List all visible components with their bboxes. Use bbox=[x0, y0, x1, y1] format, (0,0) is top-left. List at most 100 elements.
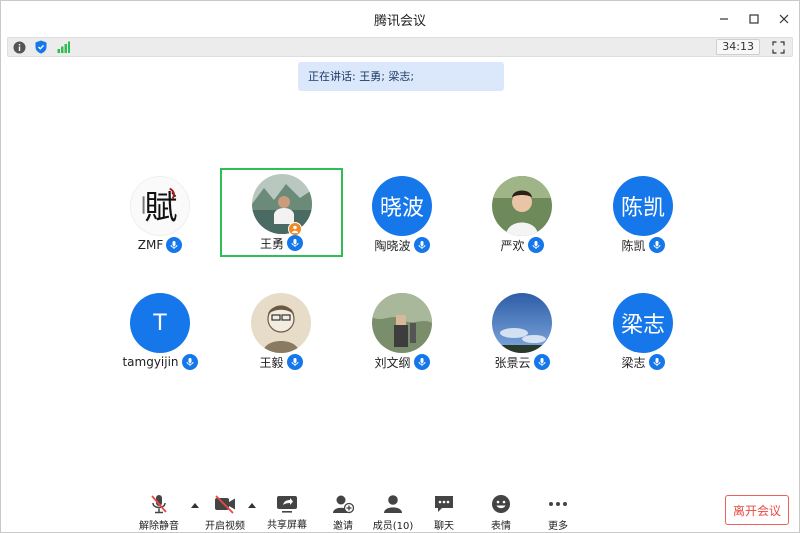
meeting-info-button[interactable] bbox=[12, 40, 26, 54]
maximize-icon bbox=[749, 14, 759, 24]
participant-name-row: 陶晓波 bbox=[342, 236, 462, 254]
participant-tile[interactable]: T tamgyijin bbox=[100, 287, 220, 377]
window-title: 腾讯会议 bbox=[373, 13, 426, 29]
chevron-up-icon bbox=[248, 503, 256, 508]
mic-muted-icon bbox=[151, 495, 167, 514]
mic-status bbox=[413, 237, 430, 253]
start-video-button[interactable]: 开启视频 bbox=[195, 493, 255, 532]
photo-avatar-image bbox=[372, 293, 432, 353]
participant-name: tamgyijin bbox=[122, 355, 179, 369]
avatar: 晓波 bbox=[372, 176, 432, 236]
participant-name-row: 王勇 bbox=[222, 234, 341, 252]
minimize-button[interactable] bbox=[709, 1, 739, 37]
participant-tile[interactable]: 张景云 bbox=[462, 287, 582, 377]
mic-status bbox=[533, 354, 550, 370]
more-button[interactable]: 更多 bbox=[528, 493, 588, 532]
mic-icon bbox=[538, 358, 545, 366]
avatar bbox=[492, 293, 552, 353]
participant-name-row: 刘文纲 bbox=[342, 353, 462, 371]
photo-avatar-image bbox=[492, 293, 552, 353]
reactions-button[interactable]: 表情 bbox=[471, 493, 531, 532]
info-icon bbox=[13, 41, 25, 53]
participant-name-row: 王毅 bbox=[221, 353, 341, 371]
participant-name: 王勇 bbox=[259, 236, 284, 251]
participant-name: 王毅 bbox=[259, 355, 284, 370]
participant-name-row: ZMF bbox=[100, 236, 220, 254]
participant-tile[interactable]: 王毅 bbox=[221, 287, 341, 377]
avatar bbox=[251, 293, 311, 353]
participant-tile[interactable]: 陈凯 陈凯 bbox=[583, 170, 703, 260]
fullscreen-icon bbox=[771, 40, 785, 54]
meeting-window: 腾讯会议 34:13 正在讲话: 王勇; 梁志; 賦 ZMF 王勇 晓波 陶晓波… bbox=[0, 0, 800, 533]
avatar bbox=[251, 174, 312, 234]
participant-tile-active[interactable]: 王勇 bbox=[220, 168, 343, 257]
network-status-button[interactable] bbox=[56, 40, 70, 54]
calligraphy-avatar-image: 賦 bbox=[131, 177, 189, 235]
meeting-timer: 34:13 bbox=[716, 39, 760, 55]
close-button[interactable] bbox=[769, 1, 799, 37]
title-bar: 腾讯会议 bbox=[1, 1, 799, 37]
mic-icon bbox=[418, 358, 425, 366]
participant-name: ZMF bbox=[137, 238, 164, 252]
unmute-button[interactable]: 解除静音 bbox=[129, 493, 189, 532]
mic-icon bbox=[653, 241, 660, 249]
photo-avatar-image bbox=[492, 176, 552, 236]
more-icon bbox=[549, 502, 567, 506]
close-icon bbox=[779, 14, 789, 24]
mic-icon bbox=[170, 241, 178, 249]
minimize-icon bbox=[720, 18, 728, 20]
fullscreen-button[interactable] bbox=[770, 40, 786, 54]
chat-label: 聊天 bbox=[434, 521, 454, 532]
photo-avatar-image bbox=[251, 174, 312, 234]
leave-meeting-button[interactable]: 离开会议 bbox=[725, 495, 789, 525]
avatar: 梁志 bbox=[613, 293, 673, 353]
share-screen-label: 共享屏幕 bbox=[267, 520, 307, 531]
invite-label: 邀请 bbox=[333, 521, 353, 532]
mic-icon bbox=[532, 241, 539, 249]
svg-text:賦: 賦 bbox=[145, 188, 178, 227]
emoji-icon bbox=[492, 495, 510, 513]
participant-tile[interactable]: 晓波 陶晓波 bbox=[342, 170, 462, 260]
participant-name: 严欢 bbox=[500, 238, 525, 253]
participant-name-row: 陈凯 bbox=[583, 236, 703, 254]
members-label: 成员(10) bbox=[372, 521, 414, 532]
participant-name-row: tamgyijin bbox=[100, 353, 220, 371]
participant-tile[interactable]: 賦 ZMF bbox=[100, 170, 220, 260]
avatar bbox=[372, 293, 432, 353]
avatar: 賦 bbox=[130, 176, 190, 236]
participant-name: 刘文纲 bbox=[374, 355, 411, 370]
chat-icon bbox=[435, 496, 453, 512]
avatar bbox=[492, 176, 552, 236]
maximize-button[interactable] bbox=[739, 1, 769, 37]
participant-name: 陈凯 bbox=[621, 238, 646, 253]
mic-icon bbox=[418, 241, 425, 249]
mic-status bbox=[287, 235, 303, 251]
shield-icon bbox=[35, 40, 47, 54]
meeting-info-bar: 34:13 bbox=[7, 37, 793, 57]
mic-status bbox=[286, 354, 303, 370]
mic-status bbox=[181, 354, 198, 370]
participant-tile[interactable]: 严欢 bbox=[462, 170, 582, 260]
photo-avatar-image bbox=[251, 293, 311, 353]
mic-status bbox=[166, 237, 183, 253]
window-controls bbox=[709, 1, 799, 37]
participant-tile[interactable]: 梁志 梁志 bbox=[583, 287, 703, 377]
participant-name: 陶晓波 bbox=[374, 238, 411, 253]
share-screen-button[interactable]: 共享屏幕 bbox=[257, 493, 317, 531]
mic-status bbox=[413, 354, 430, 370]
video-off-icon bbox=[215, 495, 235, 514]
mic-status bbox=[648, 354, 665, 370]
reactions-label: 表情 bbox=[491, 521, 511, 532]
chat-button[interactable]: 聊天 bbox=[414, 493, 474, 532]
video-options-caret[interactable] bbox=[248, 501, 256, 509]
participant-name: 梁志 bbox=[621, 355, 646, 370]
mic-icon bbox=[186, 358, 194, 366]
participant-name-row: 梁志 bbox=[583, 353, 703, 371]
avatar: T bbox=[130, 293, 190, 353]
mic-icon bbox=[291, 239, 299, 247]
participant-name: 张景云 bbox=[494, 355, 531, 370]
participant-tile[interactable]: 刘文纲 bbox=[342, 287, 462, 377]
mic-status bbox=[648, 237, 665, 253]
more-label: 更多 bbox=[548, 521, 568, 532]
security-button[interactable] bbox=[34, 40, 48, 54]
